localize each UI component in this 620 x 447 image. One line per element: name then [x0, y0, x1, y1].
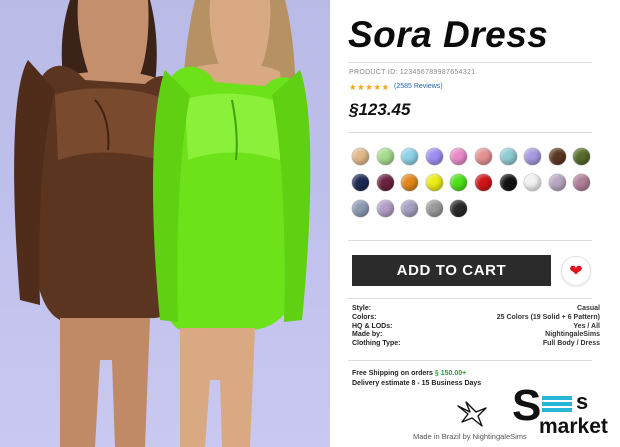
free-shipping-amount: § 150.00+	[434, 370, 467, 377]
rating-stars-icon: ★★★★★	[349, 82, 390, 92]
spec-value: 25 Colors (19 Solid + 6 Pattern)	[496, 313, 600, 321]
divider	[348, 298, 592, 299]
logo-letter-small: s	[576, 389, 589, 414]
add-to-cart-button[interactable]: ADD TO CART	[352, 255, 551, 286]
color-swatch[interactable]	[450, 174, 468, 191]
product-title: Sora Dress	[348, 14, 549, 55]
made-in-text: Made in Brazil by NightingaleSims	[413, 432, 527, 441]
bird-logo-icon	[457, 401, 487, 427]
spec-label: Made by:	[352, 331, 383, 339]
color-swatch[interactable]	[499, 174, 517, 191]
color-swatch[interactable]	[450, 200, 468, 217]
spec-row-made-by: Made by: NightingaleSims	[352, 331, 600, 340]
product-price: §123.45	[349, 100, 411, 119]
color-swatch[interactable]	[425, 200, 443, 217]
heart-icon[interactable]: ❤	[561, 256, 591, 286]
color-swatch[interactable]	[499, 148, 517, 165]
product-image	[0, 0, 330, 447]
color-swatch[interactable]	[573, 148, 591, 165]
spec-label: Style:	[352, 305, 372, 312]
spec-label: Clothing Type:	[352, 340, 401, 348]
color-swatch[interactable]	[401, 148, 419, 165]
spec-row-colors: Colors: 25 Colors (19 Solid + 6 Pattern)	[352, 314, 600, 323]
logo-bars-icon	[542, 396, 572, 414]
delivery-value: 8 - 15 Business Days	[411, 380, 482, 387]
color-swatch[interactable]	[352, 148, 369, 165]
spec-value: Yes / All	[573, 322, 600, 330]
free-shipping-note: Free Shipping on orders § 150.00+	[352, 370, 466, 377]
spec-row-hq: HQ & LODs: Yes / All	[352, 323, 600, 332]
color-swatch[interactable]	[524, 174, 542, 191]
spec-value: Full Body / Dress	[542, 340, 600, 348]
spec-label: HQ & LODs:	[352, 322, 393, 330]
divider	[348, 62, 592, 63]
logo-letter: S	[512, 381, 542, 430]
color-swatch[interactable]	[475, 174, 492, 191]
color-swatch[interactable]	[352, 174, 369, 191]
spec-row-style: Style: Casual	[352, 305, 600, 314]
delivery-label: Delivery estimate	[352, 380, 410, 387]
models-illustration	[14, 0, 311, 447]
spec-value: NightingaleSims	[545, 331, 600, 339]
divider	[348, 132, 592, 133]
color-swatch[interactable]	[425, 174, 443, 191]
color-swatch[interactable]	[450, 148, 468, 165]
color-swatch[interactable]	[376, 200, 394, 217]
spec-value: Casual	[577, 305, 600, 312]
spec-label: Colors:	[352, 313, 377, 321]
color-swatch[interactable]	[376, 174, 394, 191]
divider	[348, 240, 592, 241]
color-swatch[interactable]	[401, 200, 419, 217]
spec-list: Style: Casual Colors: 25 Colors (19 Soli…	[352, 305, 600, 349]
color-swatch[interactable]	[548, 148, 566, 165]
color-swatch[interactable]	[524, 148, 542, 165]
free-shipping-label: Free Shipping on orders	[352, 370, 433, 377]
spec-row-type: Clothing Type: Full Body / Dress	[352, 340, 600, 349]
color-swatch[interactable]	[548, 174, 566, 191]
reviews-link[interactable]: (2585 Reviews)	[394, 83, 443, 90]
logo-market: market	[539, 415, 608, 438]
color-swatch[interactable]	[352, 200, 369, 217]
product-id: PRODUCT ID: 123456789987654321	[349, 69, 476, 76]
sims-market-logo: S s market	[512, 384, 620, 440]
color-swatch[interactable]	[573, 174, 591, 191]
color-swatch[interactable]	[475, 148, 492, 165]
delivery-estimate: Delivery estimate 8 - 15 Business Days	[352, 380, 481, 387]
divider	[348, 360, 592, 361]
product-panel: Sora Dress PRODUCT ID: 12345678998765432…	[330, 0, 620, 447]
color-swatch[interactable]	[425, 148, 443, 165]
color-swatch[interactable]	[401, 174, 419, 191]
color-swatch[interactable]	[376, 148, 394, 165]
